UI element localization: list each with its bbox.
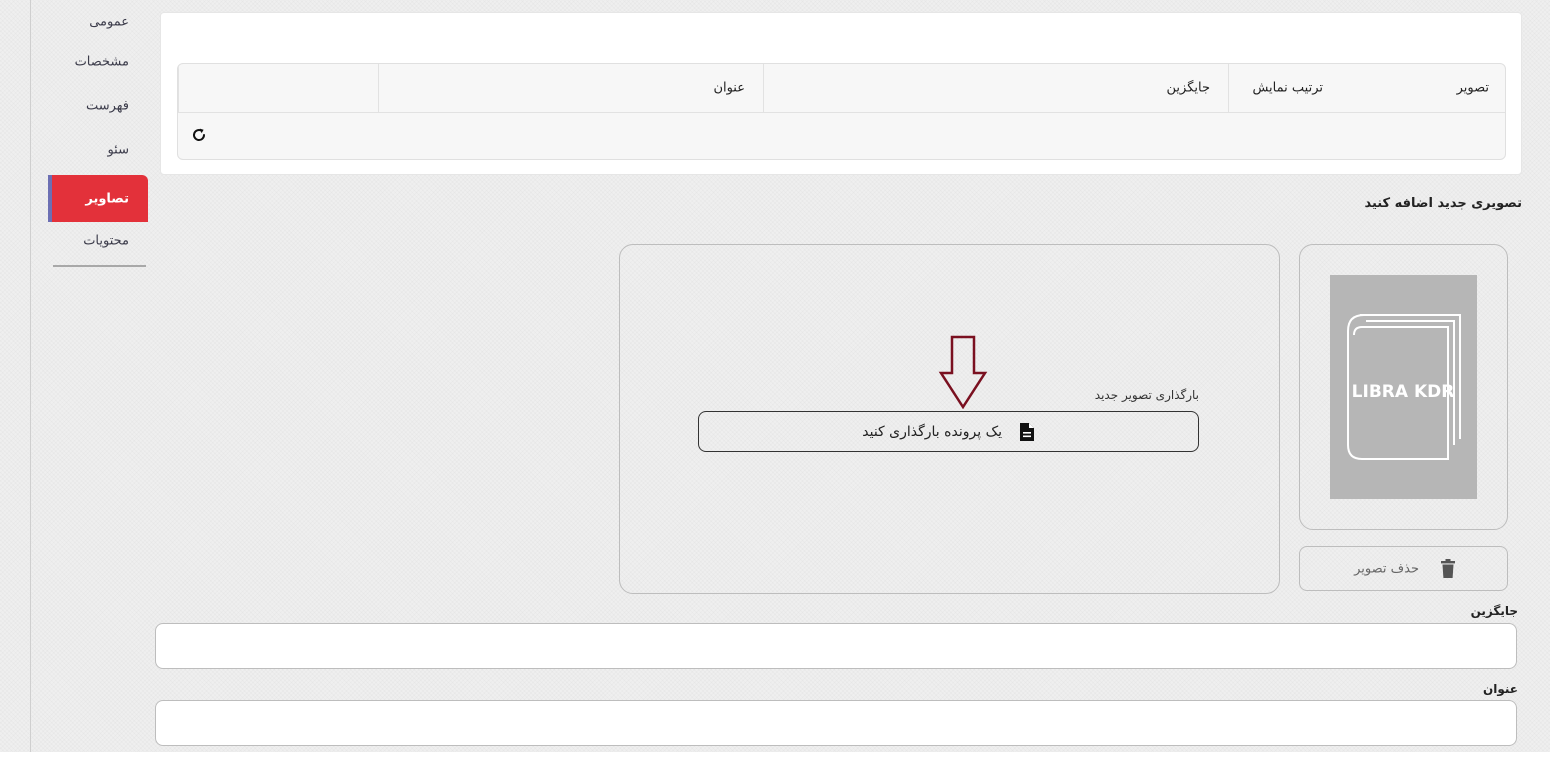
sidebar-underline [53,265,146,267]
upload-file-button[interactable]: یک پرونده بارگذاری کنید [698,411,1199,452]
placeholder-book-image: LIBRA KDR [1330,275,1477,499]
sidebar-item-contents[interactable]: محتویات [48,219,148,263]
delete-image-button[interactable]: حذف تصویر [1299,546,1508,591]
footer-strip [0,752,1550,761]
refresh-icon[interactable] [190,126,208,144]
sidebar-item-label: فهرست [85,98,129,114]
svg-text:LIBRA KDR: LIBRA KDR [1352,382,1455,402]
table-header: تصویر ترتیب نمایش جایگزین عنوان [178,64,1505,113]
add-image-section-title: تصویری جدید اضافه کنید [1364,196,1522,211]
column-header-display-order: ترتیب نمایش [1228,64,1341,112]
delete-image-button-label: حذف تصویر [1354,561,1419,576]
sidebar-item-general[interactable]: عمومی [48,0,148,44]
upload-file-button-label: یک پرونده بارگذاری کنید [862,423,1002,440]
images-table: تصویر ترتیب نمایش جایگزین عنوان [177,63,1506,160]
image-preview-card: LIBRA KDR [1299,244,1508,530]
images-table-card: تصویر ترتیب نمایش جایگزین عنوان [160,12,1522,175]
sidebar-item-label: تصاویر [85,191,129,206]
sidebar-item-label: سئو [107,142,129,158]
sidebar-item-label: عمومی [89,14,129,30]
title-field-label: عنوان [1483,682,1518,696]
column-header-image: تصویر [1456,80,1489,96]
sidebar-divider-line [30,0,31,752]
sidebar-item-seo[interactable]: سئو [48,128,148,172]
alt-field-label: جایگزین [1470,604,1518,618]
down-arrow-annotation [938,335,988,410]
upload-card: بارگذاری تصویر جدید یک پرونده بارگذاری ک… [619,244,1280,594]
sidebar-item-specifications[interactable]: مشخصات [48,40,148,84]
sidebar-item-label: محتویات [83,233,129,249]
title-input[interactable] [155,700,1517,746]
alt-text-input[interactable] [155,623,1517,669]
column-header-actions [178,64,378,112]
column-header-title: عنوان [378,64,763,112]
trash-icon [1439,559,1457,579]
file-icon [1018,422,1036,442]
sidebar-item-images[interactable]: تصاویر [48,175,148,222]
upload-label: بارگذاری تصویر جدید [1094,388,1199,402]
column-header-alt: جایگزین [763,64,1228,112]
sidebar-item-label: مشخصات [74,54,129,70]
sidebar-item-index[interactable]: فهرست [48,84,148,128]
